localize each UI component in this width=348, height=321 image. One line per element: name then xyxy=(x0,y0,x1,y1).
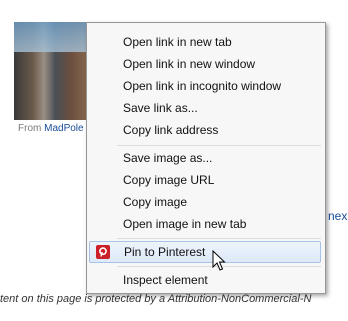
menu-item-open-link-new-window[interactable]: Open link in new window xyxy=(87,53,325,75)
menu-separator xyxy=(117,145,321,146)
menu-item-copy-image[interactable]: Copy image xyxy=(87,191,325,213)
license-footer-text: tent on this page is protected by a Attr… xyxy=(0,293,312,305)
next-link[interactable]: nex xyxy=(328,209,348,223)
caption-author-link[interactable]: MadPole xyxy=(44,123,83,134)
menu-item-copy-image-url[interactable]: Copy image URL xyxy=(87,169,325,191)
photo-caption: From MadPole xyxy=(18,123,84,134)
menu-item-pin-to-pinterest[interactable]: Pin to Pinterest xyxy=(89,241,321,263)
thumbnail-alley-sky xyxy=(14,22,89,52)
menu-item-copy-link-address[interactable]: Copy link address xyxy=(87,119,325,141)
menu-item-save-link-as[interactable]: Save link as... xyxy=(87,97,325,119)
menu-separator xyxy=(117,238,321,239)
mouse-pointer-icon xyxy=(212,250,226,271)
menu-item-label: Pin to Pinterest xyxy=(124,245,206,259)
menu-item-open-link-incognito[interactable]: Open link in incognito window xyxy=(87,75,325,97)
menu-item-open-link-new-tab[interactable]: Open link in new tab xyxy=(87,31,325,53)
context-menu: Open link in new tab Open link in new wi… xyxy=(86,22,326,294)
menu-item-open-image-new-tab[interactable]: Open image in new tab xyxy=(87,213,325,235)
menu-item-inspect-element[interactable]: Inspect element xyxy=(87,269,325,291)
pinterest-icon xyxy=(96,245,110,259)
menu-item-save-image-as[interactable]: Save image as... xyxy=(87,147,325,169)
caption-prefix: From xyxy=(18,123,42,134)
